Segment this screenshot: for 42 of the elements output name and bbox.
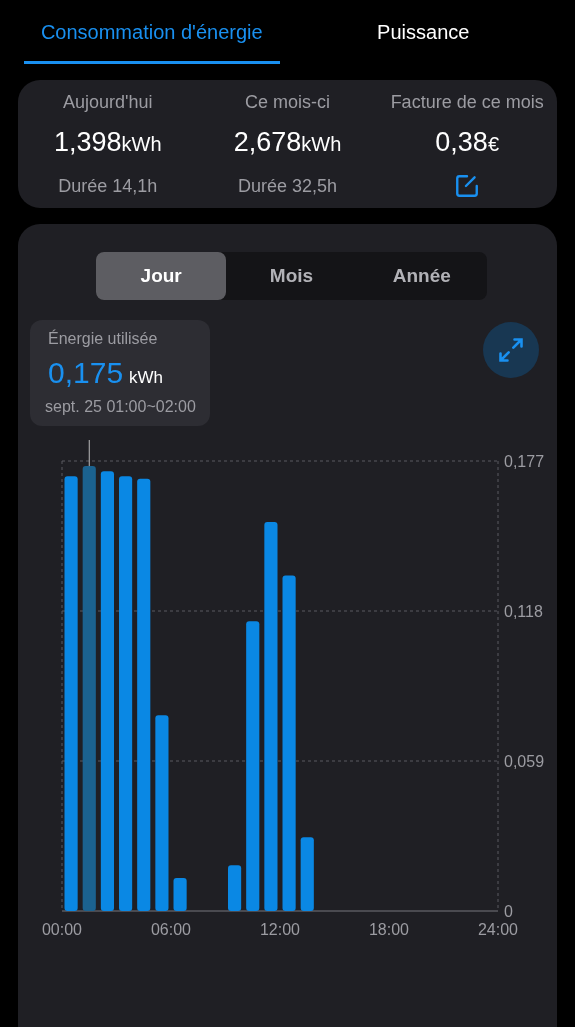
x-axis-label: 06:00 [151,921,191,938]
bar[interactable] [173,877,187,911]
x-axis-label: 12:00 [260,921,300,938]
stat-value: 0,38€ [435,127,499,158]
stat-duration: Durée 32,5h [237,174,338,198]
period-tab[interactable]: Jour [96,252,227,300]
stat-title: Facture de ce mois [390,92,544,113]
bar[interactable] [300,837,314,911]
expand-icon [497,336,525,364]
bar[interactable] [246,621,260,911]
stat-duration: Durée 14,1h [58,174,158,198]
bar[interactable] [64,476,78,911]
tooltip-time: sept. 25 01:00~02:00 [45,398,196,416]
bar[interactable] [228,865,242,911]
period-tab[interactable]: Mois [226,252,357,300]
cursor-line [88,439,90,467]
bar[interactable] [264,522,278,911]
edit-icon[interactable] [454,173,481,199]
tooltip-value: 0,175 [48,356,124,390]
x-axis-label: 24:00 [478,921,518,938]
bar[interactable] [137,478,151,911]
tooltip-title: Énergie utilisée [47,330,159,348]
y-axis-label: 0 [504,903,513,920]
tab[interactable]: Consommation d'énergie [24,0,280,64]
bar[interactable] [119,476,133,911]
bar[interactable] [100,471,114,911]
bar[interactable] [155,715,169,911]
stat-value: 1,398kWh [54,127,162,158]
stat-value: 2,678kWh [233,127,342,158]
y-axis-label: 0,059 [504,753,545,770]
stat-title: Aujourd'hui [63,92,153,113]
period-tab[interactable]: Année [356,252,487,300]
tab[interactable]: Puissance [295,0,551,64]
tooltip-unit: kWh [129,368,164,388]
stat-title: Ce mois-ci [245,92,330,113]
bar[interactable] [82,466,96,911]
x-axis-label: 18:00 [369,921,409,938]
y-axis-label: 0,118 [504,603,543,620]
x-axis-label: 00:00 [42,921,82,938]
bar[interactable] [282,575,296,911]
y-axis-label: 0,177 [504,453,545,470]
expand-button[interactable] [483,322,539,378]
